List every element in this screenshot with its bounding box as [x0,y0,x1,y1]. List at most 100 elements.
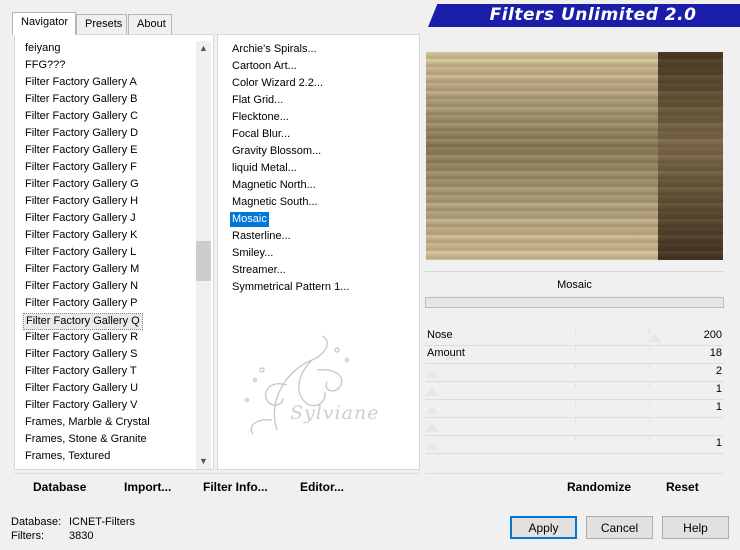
category-item[interactable]: Filter Factory Gallery D [23,126,140,143]
filter-item[interactable]: Smiley... [230,246,275,261]
category-item[interactable]: Filter Factory Gallery U [23,381,140,398]
slider-tick [575,436,576,442]
slider-thumb[interactable] [425,442,439,450]
filter-item[interactable]: Streamer... [230,263,288,278]
slider-tick [575,346,576,352]
tab-navigator[interactable]: Navigator [12,12,76,35]
filter-item[interactable]: Cartoon Art... [230,59,299,74]
category-item[interactable]: Filter Factory Gallery T [23,364,139,381]
filter-item[interactable]: Focal Blur... [230,127,292,142]
category-item[interactable]: Filter Factory Gallery J [23,211,138,228]
category-item[interactable]: Filter Factory Gallery L [23,245,138,262]
category-item[interactable]: Filter Factory Gallery V [23,398,139,415]
filter-item[interactable]: liquid Metal... [230,161,299,176]
parameter-slider[interactable]: 1 [425,382,724,400]
database-status-label: Database: [11,516,62,528]
slider-thumb[interactable] [425,406,439,414]
selected-filter-name: Mosaic [557,279,592,291]
parameter-slider[interactable]: Nose 200 [425,328,724,346]
category-item[interactable]: Filter Factory Gallery F [23,160,139,177]
category-item[interactable]: Filter Factory Gallery E [23,143,139,160]
app-title: Filters Unlimited 2.0 [489,5,697,25]
editor-label: Editor... [300,480,345,494]
filter-item[interactable]: Gravity Blossom... [230,144,323,159]
filters-count-label: Filters: [11,530,44,542]
category-item[interactable]: Frames, Textured [23,449,112,466]
filter-item[interactable]: Archie's Spirals... [230,42,319,57]
import-label: Import... [124,480,172,494]
preview-image [426,52,723,260]
parameter-value: 2 [715,365,722,377]
filter-item[interactable]: Flat Grid... [230,93,285,108]
reset-label: Reset [666,480,699,494]
parameter-slider[interactable] [425,418,724,436]
filters-count-value: 3830 [69,530,94,542]
slider-thumb[interactable] [425,388,439,396]
parameter-label: Amount [427,347,465,359]
reset-button[interactable]: Reset [666,476,699,498]
import-button[interactable]: Import... [124,476,171,498]
scroll-down-icon[interactable]: ▼ [196,454,211,469]
parameter-value: 200 [703,329,722,341]
category-item[interactable]: Filter Factory Gallery H [23,194,140,211]
preview-filtered [426,52,658,260]
tab-about[interactable]: About [128,14,172,34]
category-item[interactable]: Filter Factory Gallery B [23,92,139,109]
parameter-slider[interactable]: 2 [425,364,724,382]
category-item[interactable]: Filter Factory Gallery S [23,347,139,364]
category-item[interactable]: Filter Factory Gallery G [23,177,141,194]
filter-item[interactable]: Magnetic South... [230,195,320,210]
category-item[interactable]: Filter Factory Gallery R [23,330,140,347]
database-status-value: ICNET-Filters [69,516,135,528]
slider-tick [649,346,650,352]
filter-item[interactable]: Symmetrical Pattern 1... [230,280,351,295]
parameter-value: 1 [715,401,722,413]
parameter-slider[interactable]: 1 [425,400,724,418]
filter-item[interactable]: Rasterline... [230,229,293,244]
randomize-button[interactable]: Randomize [567,476,631,498]
database-label: Database [33,480,87,494]
slider-track [425,453,724,454]
parameter-value: 1 [715,383,722,395]
category-item[interactable]: Filter Factory Gallery M [23,262,141,279]
slider-tick [649,400,650,406]
parameter-slider[interactable]: Amount 18 [425,346,724,364]
slider-tick [649,364,650,370]
cancel-button[interactable]: Cancel [586,516,653,539]
category-item[interactable]: Filter Factory Gallery A [23,75,139,92]
slider-thumb[interactable] [648,334,662,342]
scroll-up-icon[interactable]: ▲ [196,41,211,56]
help-button[interactable]: Help [662,516,729,539]
slider-tick [575,364,576,370]
slider-thumb[interactable] [425,370,439,378]
category-item[interactable]: Filter Factory Gallery N [23,279,140,296]
category-scrollbar-thumb[interactable] [196,241,211,281]
category-item[interactable]: feiyang [23,41,62,58]
parameter-label: Nose [427,329,453,341]
filter-item[interactable]: Magnetic North... [230,178,318,193]
category-item[interactable]: Filter Factory Gallery C [23,109,140,126]
watermark-text: Sylviane [290,402,380,424]
category-list[interactable]: ▲ ▼ feiyang FFG??? Filter Factory Gallery … [14,34,214,470]
category-item[interactable]: Frames, Stone & Granite [23,432,149,449]
tab-presets[interactable]: Presets [76,14,127,34]
slider-tick [575,418,576,424]
slider-tick [649,418,650,424]
filter-info-button[interactable]: Filter Info... [203,476,268,498]
category-item[interactable]: Frames, Marble & Crystal [23,415,152,432]
database-button[interactable]: Database [33,476,86,498]
parameter-slider[interactable]: 1 [425,436,724,454]
editor-button[interactable]: Editor... [300,476,344,498]
filter-item[interactable]: Color Wizard 2.2... [230,76,325,91]
apply-button[interactable]: Apply [510,516,577,539]
category-item[interactable]: Filter Factory Gallery Q [23,313,143,330]
preview-original [658,52,723,260]
category-item[interactable]: FFG??? [23,58,67,75]
slider-thumb[interactable] [425,424,439,432]
slider-tick [575,382,576,388]
parameter-value: 1 [715,437,722,449]
category-item[interactable]: Filter Factory Gallery K [23,228,139,245]
filter-item[interactable]: Mosaic [230,212,269,227]
category-item[interactable]: Filter Factory Gallery P [23,296,139,313]
filter-item[interactable]: Flecktone... [230,110,291,125]
